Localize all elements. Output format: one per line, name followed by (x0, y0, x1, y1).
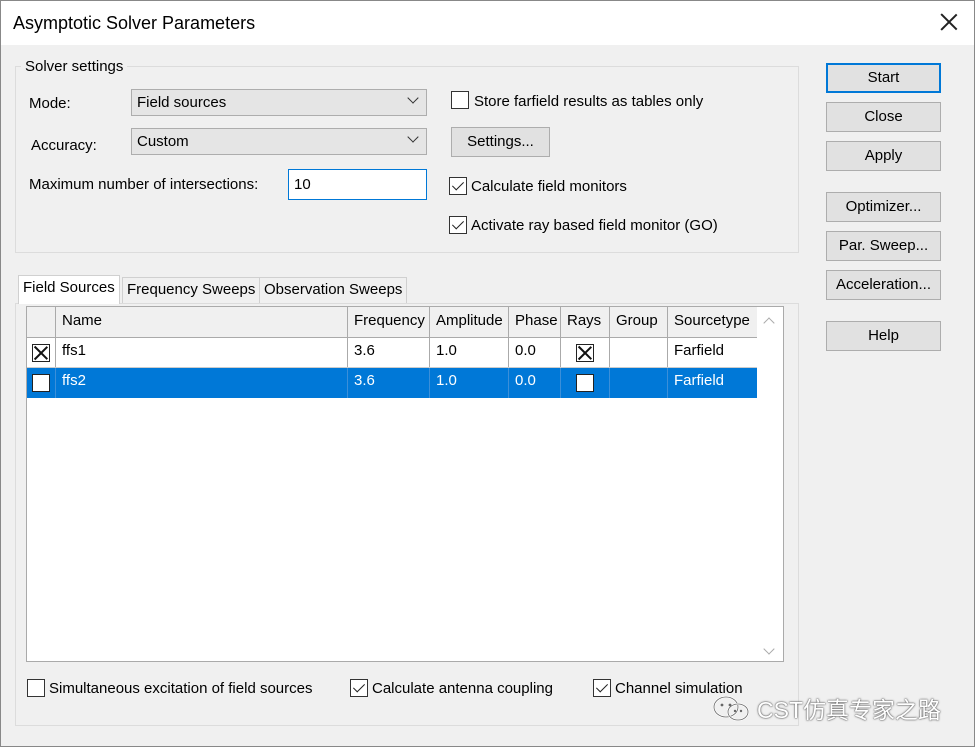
mode-select[interactable]: Field sources (131, 89, 427, 116)
store-farfield-checkbox[interactable] (451, 91, 469, 109)
par-sweep-button[interactable]: Par. Sweep... (826, 231, 941, 261)
accuracy-label: Accuracy: (31, 137, 97, 154)
activate-ray-monitor-label: Activate ray based field monitor (GO) (471, 217, 718, 234)
row-phase[interactable]: 0.0 (509, 338, 561, 367)
row-rays-cell (561, 368, 610, 398)
mode-select-value: Field sources (137, 94, 227, 111)
header-amplitude[interactable]: Amplitude (430, 307, 509, 337)
header-name[interactable]: Name (56, 307, 348, 337)
max-intersections-label: Maximum number of intersections: (29, 176, 259, 193)
close-button[interactable]: Close (826, 102, 941, 132)
title-bar: Asymptotic Solver Parameters (1, 1, 974, 45)
row-name: ffs2 (56, 368, 348, 398)
antenna-coupling-checkbox[interactable] (350, 679, 368, 697)
row-enable-cell (27, 368, 56, 398)
tab-field-sources[interactable]: Field Sources (18, 275, 120, 304)
channel-simulation-checkbox[interactable] (593, 679, 611, 697)
row-name: ffs1 (56, 338, 348, 367)
header-rays[interactable]: Rays (561, 307, 610, 337)
accuracy-select-value: Custom (137, 133, 189, 150)
apply-button[interactable]: Apply (826, 141, 941, 171)
row-enable-checkbox[interactable] (32, 344, 50, 362)
calc-field-monitors-checkbox[interactable] (449, 177, 467, 195)
row-frequency[interactable]: 3.6 (348, 338, 430, 367)
settings-button[interactable]: Settings... (451, 127, 550, 157)
tab-observation-sweeps[interactable]: Observation Sweeps (259, 277, 408, 303)
header-frequency[interactable]: Frequency (348, 307, 430, 337)
table-row[interactable]: ffs2 3.6 1.0 0.0 Farfield (27, 368, 757, 398)
header-group[interactable]: Group (610, 307, 668, 337)
scroll-down-icon[interactable] (763, 645, 775, 657)
chevron-down-icon (408, 135, 418, 145)
row-rays-cell (561, 338, 610, 367)
antenna-coupling-label: Calculate antenna coupling (372, 680, 553, 697)
scroll-up-icon[interactable] (763, 315, 775, 327)
start-button[interactable]: Start (826, 63, 941, 93)
help-button[interactable]: Help (826, 321, 941, 351)
chevron-down-icon (408, 96, 418, 106)
tab-frequency-sweeps[interactable]: Frequency Sweeps (122, 277, 261, 303)
header-sourcetype[interactable]: Sourcetype (668, 307, 757, 337)
store-farfield-label: Store farfield results as tables only (474, 93, 704, 110)
accuracy-select[interactable]: Custom (131, 128, 427, 155)
simultaneous-excitation-label: Simultaneous excitation of field sources (49, 680, 313, 697)
row-rays-checkbox[interactable] (576, 374, 594, 392)
acceleration-button[interactable]: Acceleration... (826, 270, 941, 300)
watermark-text: CST仿真专家之路 (757, 697, 941, 723)
window-title: Asymptotic Solver Parameters (13, 13, 256, 33)
calc-field-monitors-label: Calculate field monitors (471, 178, 627, 195)
row-rays-checkbox[interactable] (576, 344, 594, 362)
row-amplitude[interactable]: 1.0 (430, 368, 509, 398)
header-phase[interactable]: Phase (509, 307, 561, 337)
row-frequency[interactable]: 3.6 (348, 368, 430, 398)
row-amplitude[interactable]: 1.0 (430, 338, 509, 367)
row-sourcetype: Farfield (674, 342, 725, 359)
optimizer-button[interactable]: Optimizer... (826, 192, 941, 222)
mode-label: Mode: (29, 95, 71, 112)
wechat-icon (713, 696, 749, 721)
row-group[interactable] (610, 338, 668, 367)
dialog-window: Asymptotic Solver Parameters Solver sett… (0, 0, 975, 747)
watermark: CST仿真专家之路 (707, 689, 952, 729)
header-enable (27, 307, 56, 337)
field-sources-table: Name Frequency Amplitude Phase Rays Grou… (26, 306, 784, 662)
row-sourcetype: Farfield (674, 372, 725, 389)
max-intersections-input[interactable] (288, 169, 427, 200)
solver-settings-legend: Solver settings (21, 58, 128, 75)
row-group[interactable] (610, 368, 668, 398)
row-enable-cell (27, 338, 56, 367)
activate-ray-monitor-checkbox[interactable] (449, 216, 467, 234)
row-phase[interactable]: 0.0 (509, 368, 561, 398)
row-enable-checkbox[interactable] (32, 374, 50, 392)
table-row[interactable]: ffs1 3.6 1.0 0.0 Farfield (27, 338, 757, 368)
simultaneous-excitation-checkbox[interactable] (27, 679, 45, 697)
table-header: Name Frequency Amplitude Phase Rays Grou… (27, 307, 757, 338)
close-icon[interactable] (938, 11, 960, 33)
